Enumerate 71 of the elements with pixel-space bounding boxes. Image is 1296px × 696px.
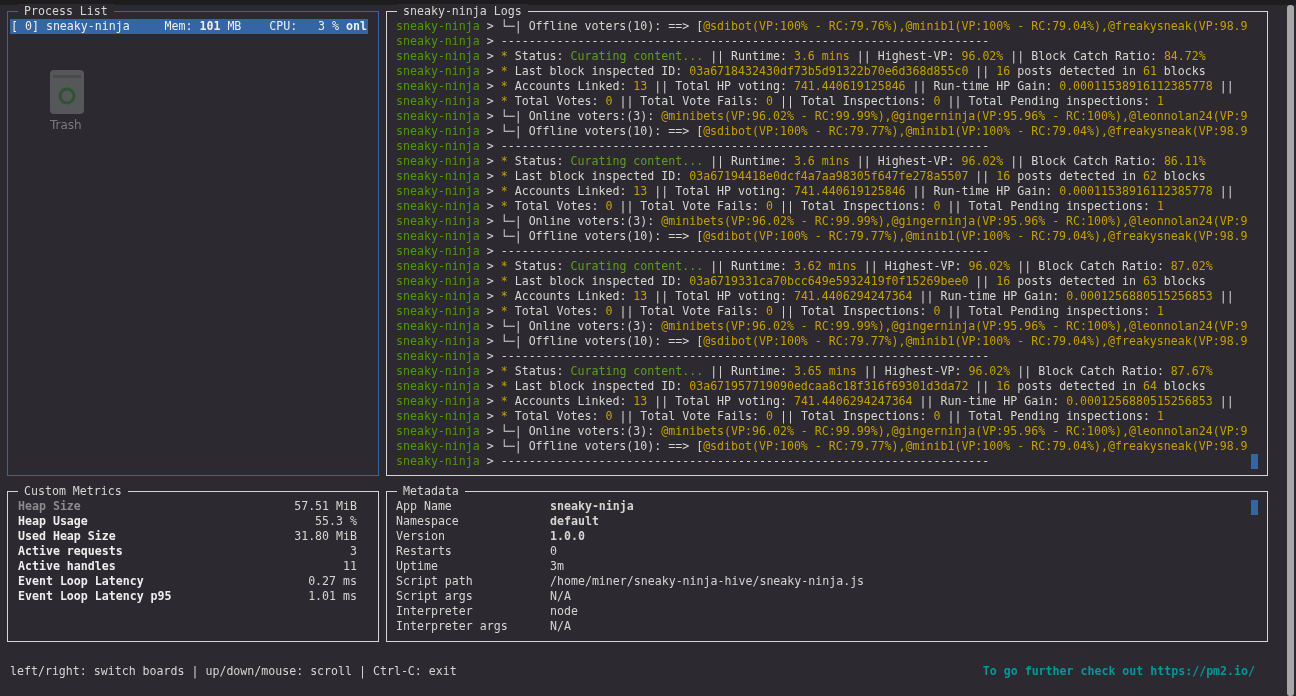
metadata-value: 3m <box>550 559 564 574</box>
metadata-label: Interpreter <box>396 604 474 619</box>
log-line: sneaky-ninja > * Total Votes: 0 || Total Vote Fails: 0 || Total Inspections: 0 || Total Pending inspections: 1 <box>396 409 1164 424</box>
metadata-label: Namespace <box>396 514 460 529</box>
log-line: sneaky-ninja > └─| Offline voters(10): ==> [@sdibot(VP:100% - RC:79.77%),@minib1(VP:100% - RC:79.04%),@freakysneak(VP:98.9 <box>396 439 1248 454</box>
metadata-label: Uptime <box>396 559 439 574</box>
scrollbar-thumb[interactable] <box>1251 454 1258 469</box>
log-line: sneaky-ninja > * Total Votes: 0 || Total Vote Fails: 0 || Total Inspections: 0 || Total Pending inspections: 1 <box>396 199 1164 214</box>
metadata-label: Restarts <box>396 544 453 559</box>
log-line: sneaky-ninja > ---------------------------------------------------------------------- <box>396 34 990 49</box>
log-line: sneaky-ninja > └─| Offline voters(10): ==> [@sdibot(VP:100% - RC:79.77%),@minib1(VP:100% - RC:79.04%),@freakysneak(VP:98.9 <box>396 229 1248 244</box>
metadata-label: Version <box>396 529 446 544</box>
log-line: sneaky-ninja > * Last block inspected ID: 03a671957719090edcaa8c18f316f69301d3da72 || 16 posts detected in 64 blocks <box>396 379 1206 394</box>
metadata-value: N/A <box>550 589 571 604</box>
log-line: sneaky-ninja > * Total Votes: 0 || Total Vote Fails: 0 || Total Inspections: 0 || Total Pending inspections: 1 <box>396 94 1164 109</box>
log-line: sneaky-ninja > ---------------------------------------------------------------------- <box>396 139 990 154</box>
log-line: sneaky-ninja > * Accounts Linked: 13 || Total HP voting: 741.4406294247364 || Run-time HP Gain: 0.0001256880515256853 || <box>396 394 1234 409</box>
log-line: sneaky-ninja > * Accounts Linked: 13 || Total HP voting: 741.4406294247364 || Run-time HP Gain: 0.0001256880515256853 || <box>396 289 1234 304</box>
metadata-value: default <box>550 514 599 529</box>
log-line: sneaky-ninja > * Status: Curating content... || Runtime: 3.62 mins || Highest-VP: 96.02% || Block Catch Ratio: 87.02% <box>396 259 1213 274</box>
metadata-label: Script args <box>396 589 474 604</box>
metric-value: 3 <box>350 544 357 559</box>
log-line: sneaky-ninja > * Total Votes: 0 || Total Vote Fails: 0 || Total Inspections: 0 || Total Pending inspections: 1 <box>396 304 1164 319</box>
pm2-link[interactable]: To go further check out https://pm2.io/ <box>982 664 1255 679</box>
metric-label: Used Heap Size <box>18 529 116 544</box>
metric-label: Active requests <box>18 544 123 559</box>
log-line: sneaky-ninja > * Accounts Linked: 13 || Total HP voting: 741.440619125846 || Run-time HP Gain: 0.00011538916112385778 || <box>396 79 1234 94</box>
metadata-label: App Name <box>396 499 453 514</box>
log-line: sneaky-ninja > * Status: Curating content... || Runtime: 3.6 mins || Highest-VP: 96.02% || Block Catch Ratio: 84.72% <box>396 49 1206 64</box>
metric-label: Heap Size <box>18 499 81 514</box>
metric-value: 11 <box>343 559 357 574</box>
metadata-value: N/A <box>550 619 571 634</box>
log-line: sneaky-ninja > └─| Online voters:(3): @minibets(VP:96.02% - RC:99.99%),@gingerninja(VP:95.96% - RC:100%),@leonnolan24(VP:9 <box>396 214 1248 229</box>
help-text: left/right: switch boards | up/down/mouse: scroll | Ctrl-C: exit <box>10 664 457 679</box>
log-line: sneaky-ninja > * Last block inspected ID: 03a6718432430df73b5d91322b70e6d368d855c0 || 16 posts detected in 61 blocks <box>396 64 1206 79</box>
trash-icon[interactable] <box>49 69 85 115</box>
log-line: sneaky-ninja > ---------------------------------------------------------------------- <box>396 244 990 259</box>
log-line: sneaky-ninja > ---------------------------------------------------------------------- <box>396 349 990 364</box>
scrollbar-thumb[interactable] <box>1251 500 1258 515</box>
metric-value: 31.80 MiB <box>294 529 357 544</box>
metadata-value: 0 <box>550 544 557 559</box>
log-line: sneaky-ninja > └─| Online voters:(3): @minibets(VP:96.02% - RC:99.99%),@gingerninja(VP:95.96% - RC:100%),@leonnolan24(VP:9 <box>396 424 1248 439</box>
log-line: sneaky-ninja > └─| Offline voters(10): ==> [@sdibot(VP:100% - RC:79.77%),@minib1(VP:100% - RC:79.04%),@freakysneak(VP:98.9 <box>396 334 1248 349</box>
metric-value: 1.01 ms <box>308 589 357 604</box>
metadata-value: /home/miner/sneaky-ninja-hive/sneaky-ninja.js <box>550 574 865 589</box>
metric-value: 0.27 ms <box>308 574 357 589</box>
log-line: sneaky-ninja > └─| Offline voters(10): ==> [@sdibot(VP:100% - RC:79.76%),@minib1(VP:100% - RC:79.04%),@freakysneak(VP:98.9 <box>396 19 1248 34</box>
log-line: sneaky-ninja > └─| Online voters:(3): @minibets(VP:96.02% - RC:99.99%),@gingerninja(VP:95.96% - RC:100%),@leonnolan24(VP:9 <box>396 319 1248 334</box>
log-line: sneaky-ninja > * Last block inspected ID: 03a6719331ca70bcc649e5932419f0f15269bee0 || 16 posts detected in 63 blocks <box>396 274 1206 289</box>
metadata-value: sneaky-ninja <box>550 499 634 514</box>
metadata-label: Script path <box>396 574 474 589</box>
process-row[interactable]: [ 0] sneaky-ninja Mem: 101 MB CPU: 3 % onl <box>10 19 368 34</box>
trash-label: Trash <box>50 118 82 133</box>
metadata-value: 1.0.0 <box>550 529 585 544</box>
log-line: sneaky-ninja > └─| Offline voters(10): ==> [@sdibot(VP:100% - RC:79.77%),@minib1(VP:100% - RC:79.04%),@freakysneak(VP:98.9 <box>396 124 1248 139</box>
metric-label: Event Loop Latency p95 <box>18 589 172 604</box>
metric-label: Active handles <box>18 559 116 574</box>
log-line: sneaky-ninja > * Status: Curating content... || Runtime: 3.65 mins || Highest-VP: 96.02% || Block Catch Ratio: 87.67% <box>396 364 1213 379</box>
metadata-value: node <box>550 604 578 619</box>
log-line: sneaky-ninja > └─| Online voters:(3): @minibets(VP:96.02% - RC:99.99%),@gingerninja(VP:95.96% - RC:100%),@leonnolan24(VP:9 <box>396 109 1248 124</box>
log-line: sneaky-ninja > * Status: Curating content... || Runtime: 3.6 mins || Highest-VP: 96.02% || Block Catch Ratio: 86.11% <box>396 154 1206 169</box>
metric-value: 57.51 MiB <box>294 499 357 514</box>
metadata-label: Interpreter args <box>396 619 509 634</box>
metric-value: 55.3 % <box>315 514 357 529</box>
metric-label: Heap Usage <box>18 514 88 529</box>
metric-label: Event Loop Latency <box>18 574 144 589</box>
log-line: sneaky-ninja > * Accounts Linked: 13 || Total HP voting: 741.440619125846 || Run-time HP Gain: 0.00011538916112385778 || <box>396 184 1234 199</box>
log-line: sneaky-ninja > * Last block inspected ID: 03a67194418e0dcf4a7aa98305f647fe278a5507 || 16 posts detected in 62 blocks <box>396 169 1206 184</box>
terminal-scrollbar[interactable] <box>1287 5 1294 696</box>
log-line: sneaky-ninja > ---------------------------------------------------------------------- <box>396 454 990 469</box>
panel-title: sneaky-ninja Logs <box>397 4 528 19</box>
